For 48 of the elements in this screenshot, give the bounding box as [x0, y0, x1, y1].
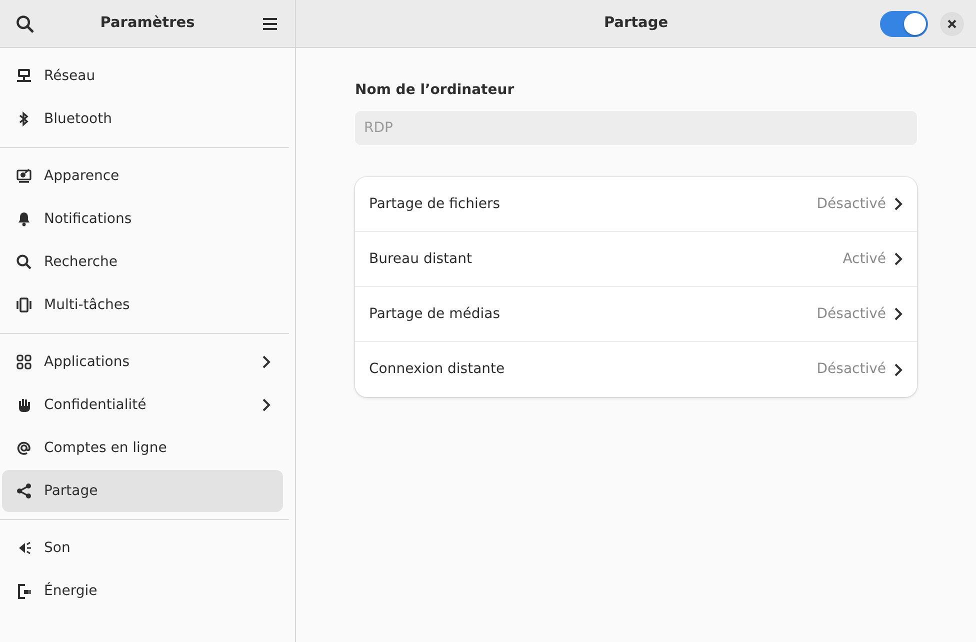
- chevron-icon: [262, 355, 271, 369]
- windows-icon: [16, 297, 32, 313]
- chevron-icon: [894, 307, 903, 321]
- sidebar-item[interactable]: Énergie: [2, 570, 283, 612]
- page-title: Partage: [604, 14, 668, 33]
- sidebar-item[interactable]: Réseau: [2, 55, 283, 97]
- sidebar-item[interactable]: Son: [2, 527, 283, 569]
- monitor-icon: [16, 68, 32, 84]
- status-text: Désactivé: [816, 360, 886, 379]
- battery-plug-icon: [16, 583, 32, 599]
- chevron-icon: [894, 252, 903, 266]
- share-icon: [16, 483, 32, 499]
- bell-icon: [16, 211, 32, 227]
- close-icon: [947, 19, 957, 29]
- at-sign-icon: [16, 440, 32, 456]
- grid-icon: [16, 354, 32, 370]
- search-icon: [16, 14, 34, 32]
- sharing-toggle[interactable]: [880, 11, 928, 37]
- close-button[interactable]: [940, 12, 964, 36]
- sidebar-item[interactable]: Recherche: [2, 241, 283, 283]
- field-label: Nom de l’ordinateur: [355, 81, 516, 100]
- row-label: Connexion distante: [369, 360, 505, 379]
- sidebar-item[interactable]: Partage: [2, 470, 283, 512]
- chevron-icon: [894, 197, 903, 211]
- hand-icon: [16, 397, 32, 413]
- sidebar-item[interactable]: Apparence: [2, 155, 283, 197]
- sidebar-item[interactable]: Notifications: [2, 198, 283, 240]
- sharing-row[interactable]: Connexion distante Désactivé: [355, 342, 917, 397]
- sharing-row[interactable]: Partage de médias Désactivé: [355, 287, 917, 342]
- chevron-icon: [894, 362, 903, 376]
- row-label: Partage de fichiers: [369, 194, 500, 214]
- status-text: Activé: [842, 250, 886, 268]
- sharing-row[interactable]: Bureau distant Activé: [355, 232, 917, 287]
- sidebar-item[interactable]: Comptes en ligne: [2, 427, 283, 469]
- sidebar-item[interactable]: Confidentialité: [2, 384, 283, 426]
- search-icon: [16, 254, 32, 270]
- sidebar-item[interactable]: Bluetooth: [2, 98, 283, 140]
- row-label: Partage de médias: [369, 304, 500, 324]
- sharing-row[interactable]: Partage de fichiers Désactivé: [355, 177, 917, 232]
- sidebar-item[interactable]: Applications: [2, 341, 283, 383]
- sidebar-item[interactable]: Multi-tâches: [2, 284, 283, 326]
- sidebar-title: Paramètres: [100, 14, 195, 33]
- chevron-icon: [262, 398, 271, 412]
- menu-icon: [262, 16, 278, 30]
- status-text: Désactivé: [816, 194, 886, 214]
- status-text: Désactivé: [816, 304, 886, 324]
- row-label: Bureau distant: [369, 250, 472, 268]
- display-brush-icon: [16, 168, 32, 184]
